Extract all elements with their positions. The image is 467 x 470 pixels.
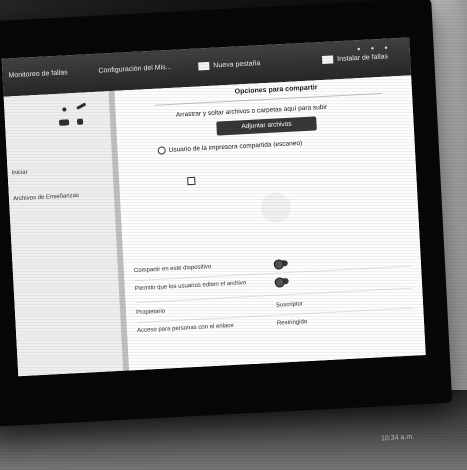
page-content: Iniciar Archivos de Enseñanzas Opciones … [3,75,426,377]
edit-toggle[interactable] [274,278,289,285]
divider [135,287,413,304]
window-controls-icon[interactable]: • • • [357,42,392,54]
owner-select[interactable]: Suscriptor [276,301,303,308]
google-docs-icon [198,61,210,71]
tab-instalar[interactable]: Instalar de fallas [321,53,389,64]
option-edit-label: Permitir que los usuarios editen el arch… [134,280,247,293]
plus-icon[interactable] [76,118,84,125]
tab-monitoreo[interactable]: Monitoreo de fallas [8,69,67,79]
left-item[interactable]: Archivos de Enseñanzas [13,193,79,202]
option-access-label: Acceso para personas con el enlace [136,322,234,335]
tab-label: Configuración del Mis... [98,63,172,75]
option-owner-label: Propietario [136,308,166,317]
cloud-icon[interactable] [58,119,70,126]
tab-nueva[interactable]: Nueva pestaña [198,59,261,71]
tab-label: Monitoreo de fallas [8,69,68,80]
tab-configuracion[interactable]: Configuración del Mis... [98,64,171,75]
monitor-bezel: Monitoreo de fallas Configuración del Mi… [0,0,453,442]
mouse-cursor-icon [187,176,196,186]
upload-glow [260,191,292,224]
left-pane: Iniciar Archivos de Enseñanzas [3,91,124,377]
screen: Monitoreo de fallas Configuración del Mi… [1,37,426,377]
drive-option[interactable]: Usuario de la impresora compartida (esca… [157,139,302,155]
attach-files-button[interactable]: Adjuntar archivos [216,116,317,136]
left-toolbar [54,102,106,136]
divider [155,92,383,106]
access-select[interactable]: Restringido [277,319,308,327]
left-item[interactable]: Iniciar [12,170,28,177]
option-share-label: Compartir en este dispositivo [133,264,212,275]
drive-option-label: Usuario de la impresora compartida (esca… [168,139,303,154]
photo-scene: Monitoreo de fallas Configuración del Mi… [0,0,467,470]
tab-label: Nueva pestaña [213,60,261,70]
radio-icon[interactable] [157,146,166,155]
dot-icon[interactable] [62,107,67,112]
tab-label: Instalar de fallas [336,53,389,64]
pencil-icon[interactable] [76,102,87,110]
dialog-title: Opciones para compartir [234,84,318,96]
divider [136,307,414,324]
page-icon [321,55,334,64]
share-dialog: Opciones para compartir Arrastrar y solt… [114,75,426,371]
share-toggle[interactable] [273,260,288,267]
button-label: Adjuntar archivos [241,121,292,131]
